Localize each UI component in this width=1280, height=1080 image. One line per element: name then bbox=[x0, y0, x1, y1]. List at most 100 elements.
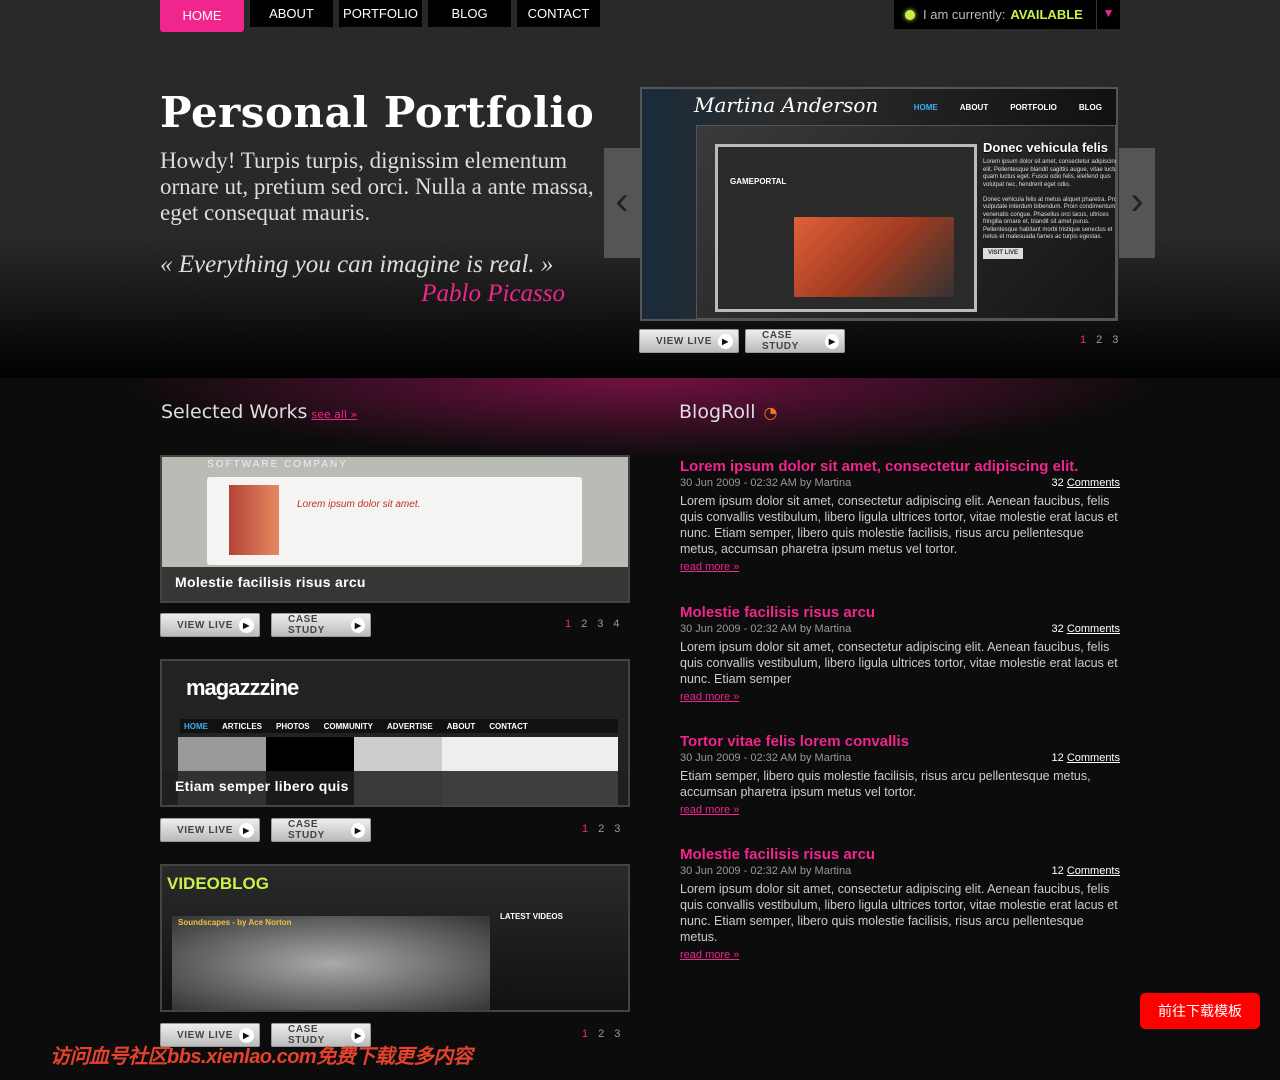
comments-link[interactable]: Comments bbox=[1067, 623, 1120, 635]
mock-logo: magazzzine bbox=[186, 675, 299, 700]
intro-text: Howdy! Turpis turpis, dignissim elementu… bbox=[160, 148, 594, 225]
page-2[interactable]: 2 bbox=[598, 823, 604, 835]
post-meta: 30 Jun 2009 - 02:32 AM by Martina bbox=[680, 865, 852, 877]
post-title[interactable]: Tortor vitae felis lorem convallis bbox=[680, 733, 1120, 750]
button-label: VIEW LIVE bbox=[177, 619, 233, 631]
comments-link[interactable]: Comments bbox=[1067, 477, 1120, 489]
slide-nav: HOME ABOUT PORTFOLIO BLOG bbox=[914, 103, 1102, 112]
page-2[interactable]: 2 bbox=[1096, 334, 1102, 346]
button-label: CASE STUDY bbox=[288, 819, 325, 841]
mock-box-image bbox=[229, 485, 279, 555]
nav-home[interactable]: HOME bbox=[160, 0, 244, 32]
slide-description: Donec vehicula felis Lorem ipsum dolor s… bbox=[983, 140, 1118, 259]
mock-panel: Lorem ipsum dolor sit amet. bbox=[207, 477, 582, 565]
nav-blog[interactable]: BLOG bbox=[428, 0, 511, 27]
section-title: BlogRoll bbox=[679, 401, 756, 423]
slide-heading: Donec vehicula felis bbox=[983, 140, 1108, 155]
slide-screenshot: GAMEPORTAL bbox=[715, 144, 977, 312]
rss-icon[interactable]: ◔ bbox=[764, 403, 778, 422]
work-pagination: 123 bbox=[582, 1028, 620, 1040]
button-label: VIEW LIVE bbox=[177, 824, 233, 836]
work-caption: Molestie facilisis risus arcu bbox=[162, 567, 628, 601]
page-title: Personal Portfolio bbox=[160, 88, 595, 137]
comments-link[interactable]: Comments bbox=[1067, 752, 1120, 764]
mock-title: GAMEPORTAL bbox=[730, 177, 787, 186]
mock-nav-item: COMMUNITY bbox=[323, 721, 373, 731]
case-study-button[interactable]: CASE STUDY ▶ bbox=[745, 329, 845, 353]
read-more-link[interactable]: read more » bbox=[680, 561, 739, 573]
page-2[interactable]: 2 bbox=[581, 618, 587, 630]
slide-nav-item: HOME bbox=[913, 103, 938, 112]
slider-next-arrow-icon[interactable]: › bbox=[1119, 148, 1155, 258]
works-heading: Selected Works see all » bbox=[161, 401, 357, 423]
read-more-link[interactable]: read more » bbox=[680, 691, 739, 703]
page-1[interactable]: 1 bbox=[1080, 334, 1086, 346]
comments-link[interactable]: Comments bbox=[1067, 865, 1120, 877]
post-body: Lorem ipsum dolor sit amet, consectetur … bbox=[680, 640, 1118, 686]
chevron-down-icon[interactable]: ▼ bbox=[1096, 0, 1120, 29]
status-dot-icon bbox=[905, 9, 915, 20]
slider-actions: VIEW LIVE ▶ CASE STUDY ▶ bbox=[639, 329, 845, 353]
page-1[interactable]: 1 bbox=[565, 618, 571, 630]
quote-author: Pablo Picasso bbox=[421, 280, 565, 307]
mock-logo: VIDEOBLOG bbox=[167, 874, 270, 893]
blogroll-heading: BlogRoll ◔ bbox=[679, 401, 778, 423]
play-icon: ▶ bbox=[239, 822, 254, 838]
status-value: AVAILABLE bbox=[1010, 7, 1083, 22]
nav-contact[interactable]: CONTACT bbox=[517, 0, 600, 27]
case-study-button[interactable]: CASE STUDY ▶ bbox=[271, 613, 371, 637]
post-title[interactable]: Molestie facilisis risus arcu bbox=[680, 846, 1120, 863]
mock-heading: Lorem ipsum dolor sit amet. bbox=[297, 499, 421, 510]
download-template-button[interactable]: 前往下载模板 bbox=[1140, 993, 1260, 1029]
slide-text: Donec vehicula felis at metus aliquet ph… bbox=[983, 196, 1118, 241]
quote: « Everything you can imagine is real. » bbox=[160, 251, 554, 278]
post-title[interactable]: Lorem ipsum dolor sit amet, consectetur … bbox=[680, 458, 1120, 475]
case-study-button[interactable]: CASE STUDY ▶ bbox=[271, 818, 371, 842]
slide-nav-item: PORTFOLIO bbox=[1010, 103, 1057, 112]
mock-nav: HOME ARTICLES PHOTOS COMMUNITY ADVERTISE ABOU… bbox=[180, 719, 618, 733]
slider-prev-arrow-icon[interactable]: ‹ bbox=[604, 148, 640, 258]
work-caption: Etiam semper libero quis bbox=[162, 771, 628, 805]
slide-nav-item: ABOUT bbox=[959, 103, 989, 112]
page-3[interactable]: 3 bbox=[597, 618, 603, 630]
work-pagination: 1234 bbox=[565, 618, 620, 630]
work-thumbnail[interactable]: SOFTWARE COMPANY Lorem ipsum dolor sit a… bbox=[160, 455, 630, 603]
comment-count: 12 bbox=[1051, 865, 1064, 877]
post-meta: 30 Jun 2009 - 02:32 AM by Martina bbox=[680, 752, 852, 764]
nav-portfolio[interactable]: PORTFOLIO bbox=[339, 0, 422, 27]
page-1[interactable]: 1 bbox=[582, 1028, 588, 1040]
see-all-link[interactable]: see all » bbox=[311, 408, 357, 421]
comment-count: 12 bbox=[1051, 752, 1064, 764]
page-1[interactable]: 1 bbox=[582, 823, 588, 835]
work-actions: VIEW LIVE ▶ CASE STUDY ▶ bbox=[160, 818, 371, 842]
page-4[interactable]: 4 bbox=[613, 618, 619, 630]
slide-nav-item: BLOG bbox=[1078, 103, 1102, 112]
post-meta: 30 Jun 2009 - 02:32 AM by Martina bbox=[680, 477, 852, 489]
play-icon: ▶ bbox=[351, 822, 365, 838]
mock-nav-item: ARTICLES bbox=[222, 721, 262, 731]
page-2[interactable]: 2 bbox=[598, 1028, 604, 1040]
play-icon: ▶ bbox=[239, 617, 254, 633]
view-live-button[interactable]: VIEW LIVE ▶ bbox=[639, 329, 739, 353]
post-body: Etiam semper, libero quis molestie facil… bbox=[680, 769, 1091, 799]
work-thumbnail[interactable]: VIDEOBLOG Soundscapes - by Ace Norton LA… bbox=[160, 864, 630, 1012]
nav-about[interactable]: ABOUT bbox=[250, 0, 333, 27]
slide-text: Lorem ipsum dolor sit amet, consectetur … bbox=[983, 159, 1118, 188]
page-3[interactable]: 3 bbox=[614, 1028, 620, 1040]
work-thumbnail[interactable]: magazzzine HOME ARTICLES PHOTOS COMMUNITY AD… bbox=[160, 659, 630, 807]
page-3[interactable]: 3 bbox=[1112, 334, 1118, 346]
mock-nav-item: ADVERTISE bbox=[386, 721, 433, 731]
post-body: Lorem ipsum dolor sit amet, consectetur … bbox=[680, 494, 1118, 556]
view-live-button[interactable]: VIEW LIVE ▶ bbox=[160, 818, 260, 842]
blog-post: Molestie facilisis risus arcu 30 Jun 200… bbox=[680, 846, 1120, 963]
page-3[interactable]: 3 bbox=[614, 823, 620, 835]
mock-image bbox=[794, 217, 954, 297]
read-more-link[interactable]: read more » bbox=[680, 949, 739, 961]
button-label: VIEW LIVE bbox=[177, 1029, 233, 1041]
view-live-button[interactable]: VIEW LIVE ▶ bbox=[160, 613, 260, 637]
post-title[interactable]: Molestie facilisis risus arcu bbox=[680, 604, 1120, 621]
visit-live-button[interactable]: VISIT LIVE bbox=[983, 247, 1024, 259]
read-more-link[interactable]: read more » bbox=[680, 804, 739, 816]
blog-post: Tortor vitae felis lorem convallis 30 Ju… bbox=[680, 733, 1120, 818]
post-body: Lorem ipsum dolor sit amet, consectetur … bbox=[680, 882, 1118, 944]
